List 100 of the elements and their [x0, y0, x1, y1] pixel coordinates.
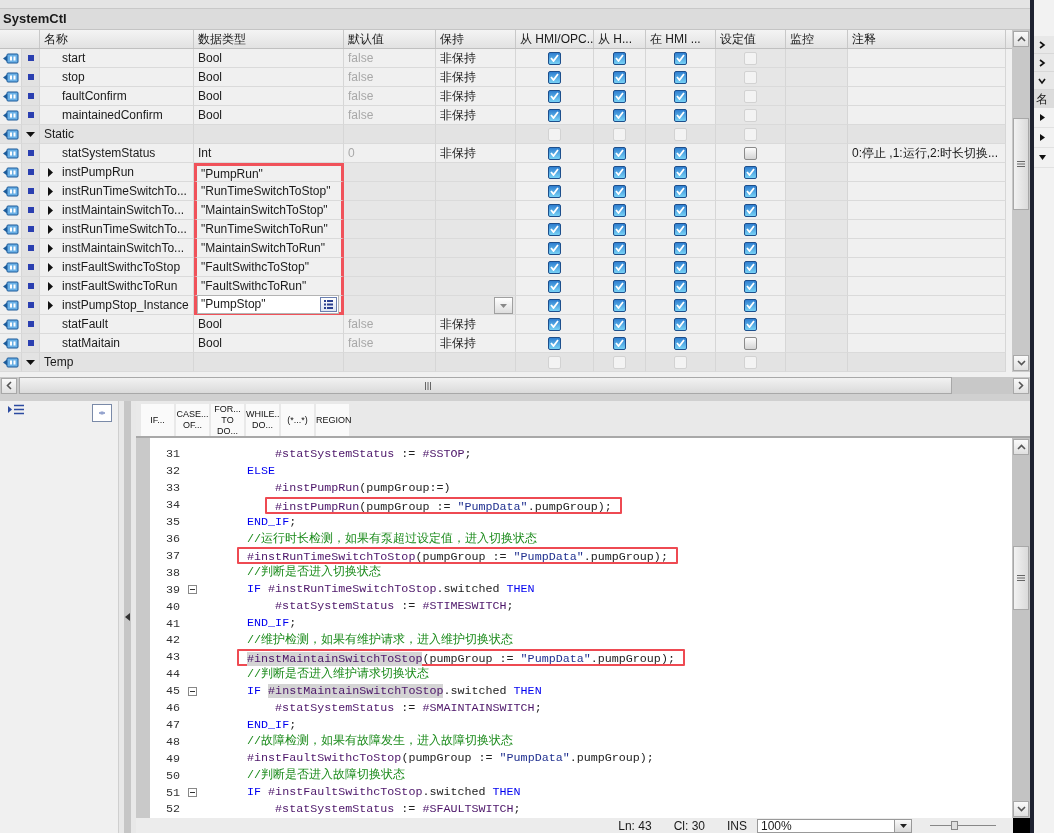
checkbox[interactable] [613, 108, 626, 122]
checkbox[interactable] [613, 317, 626, 331]
horizontal-scrollbar[interactable] [0, 377, 1030, 394]
checkbox[interactable] [613, 298, 626, 312]
column-header[interactable]: 注释 [848, 30, 1006, 48]
checkbox[interactable] [744, 203, 757, 217]
dropdown-button[interactable] [494, 297, 513, 314]
checkbox[interactable] [548, 336, 561, 350]
expand-toggle-icon[interactable] [46, 300, 55, 310]
checkbox[interactable] [674, 317, 687, 331]
checkbox[interactable] [674, 336, 687, 350]
chevron-button[interactable] [1034, 36, 1054, 54]
checkbox[interactable] [674, 165, 687, 179]
scrollbar[interactable] [1012, 438, 1030, 818]
checkbox[interactable] [674, 241, 687, 255]
checkbox[interactable] [674, 51, 687, 65]
checkbox[interactable] [613, 146, 626, 160]
chevron-button[interactable] [1034, 72, 1054, 90]
expand-toggle-icon[interactable] [1039, 134, 1046, 141]
chevron-up-icon[interactable] [1016, 36, 1026, 42]
checkbox[interactable] [548, 279, 561, 293]
checkbox[interactable] [613, 279, 626, 293]
snippet-button[interactable]: (*...*) [281, 404, 314, 436]
checkbox[interactable] [744, 146, 757, 160]
checkbox[interactable] [548, 298, 561, 312]
scrollbar[interactable] [1012, 30, 1030, 372]
list-indent-icon[interactable] [8, 404, 24, 415]
checkbox[interactable] [744, 184, 757, 198]
code-area[interactable] [136, 438, 1012, 818]
checkbox[interactable] [744, 222, 757, 236]
chevron-down-icon[interactable] [1038, 76, 1046, 85]
column-header[interactable]: 数据类型 [194, 30, 344, 48]
fold-toggle-icon[interactable] [187, 788, 197, 798]
checkbox[interactable] [674, 279, 687, 293]
checkbox[interactable] [548, 260, 561, 274]
column-header[interactable]: 从 HMI/OPC.. [516, 30, 594, 48]
fold-toggle-icon[interactable] [187, 585, 197, 595]
checkbox[interactable] [548, 51, 561, 65]
slider-thumb[interactable] [951, 821, 959, 830]
snippet-button[interactable]: FOR... TO DO... [211, 404, 244, 436]
chevron-right-icon[interactable] [1018, 381, 1024, 390]
expand-toggle-icon[interactable] [46, 224, 55, 234]
fit-width-button[interactable] [92, 404, 112, 422]
checkbox[interactable] [548, 222, 561, 236]
checkbox[interactable] [674, 146, 687, 160]
checkbox[interactable] [674, 184, 687, 198]
checkbox[interactable] [613, 165, 626, 179]
checkbox[interactable] [613, 241, 626, 255]
expand-toggle-icon[interactable] [26, 129, 35, 139]
expand-toggle-icon[interactable] [46, 205, 55, 215]
checkbox[interactable] [548, 203, 561, 217]
checkbox[interactable] [548, 165, 561, 179]
column-header[interactable]: 名称 [40, 30, 194, 48]
chevron-button[interactable] [1034, 54, 1054, 72]
chevron-down-icon[interactable] [1016, 360, 1026, 366]
expand-toggle-icon[interactable] [46, 262, 55, 272]
checkbox[interactable] [613, 203, 626, 217]
snippet-button[interactable]: WHILE.. DO... [246, 404, 279, 436]
chevron-down-icon[interactable] [1016, 806, 1026, 812]
checkbox[interactable] [674, 203, 687, 217]
expand-toggle-icon[interactable] [46, 186, 55, 196]
expand-toggle-icon[interactable] [26, 357, 35, 367]
checkbox[interactable] [744, 279, 757, 293]
checkbox[interactable] [613, 51, 626, 65]
snippet-button[interactable]: CASE... OF... [176, 404, 209, 436]
checkbox[interactable] [674, 108, 687, 122]
column-header[interactable]: 监控 [786, 30, 848, 48]
snippet-button[interactable]: IF... [141, 404, 174, 436]
checkbox[interactable] [548, 146, 561, 160]
list-icon[interactable] [324, 299, 333, 309]
checkbox[interactable] [674, 260, 687, 274]
checkbox[interactable] [744, 260, 757, 274]
checkbox[interactable] [744, 241, 757, 255]
column-header[interactable]: 保持 [436, 30, 516, 48]
checkbox[interactable] [744, 336, 757, 350]
checkbox[interactable] [744, 298, 757, 312]
checkbox[interactable] [613, 89, 626, 103]
chevron-up-icon[interactable] [1016, 444, 1026, 450]
checkbox[interactable] [548, 89, 561, 103]
checkbox[interactable] [613, 70, 626, 84]
checkbox[interactable] [674, 298, 687, 312]
expand-toggle-icon[interactable] [1039, 114, 1046, 121]
collapse-arrow-icon[interactable] [125, 613, 130, 621]
fold-toggle-icon[interactable] [187, 686, 197, 696]
checkbox[interactable] [613, 260, 626, 274]
column-header[interactable]: 在 HMI ... [646, 30, 716, 48]
checkbox[interactable] [548, 70, 561, 84]
column-header[interactable]: 设定值 [716, 30, 786, 48]
checkbox[interactable] [548, 108, 561, 122]
checkbox[interactable] [674, 222, 687, 236]
column-header[interactable]: 从 H... [594, 30, 646, 48]
data-type-field[interactable]: "PumpStop" [197, 294, 339, 314]
chevron-left-icon[interactable] [6, 381, 12, 390]
checkbox[interactable] [613, 336, 626, 350]
expand-toggle-icon[interactable] [1039, 154, 1046, 161]
checkbox[interactable] [674, 70, 687, 84]
checkbox[interactable] [548, 317, 561, 331]
column-header[interactable]: 默认值 [344, 30, 436, 48]
checkbox[interactable] [674, 89, 687, 103]
checkbox[interactable] [744, 317, 757, 331]
